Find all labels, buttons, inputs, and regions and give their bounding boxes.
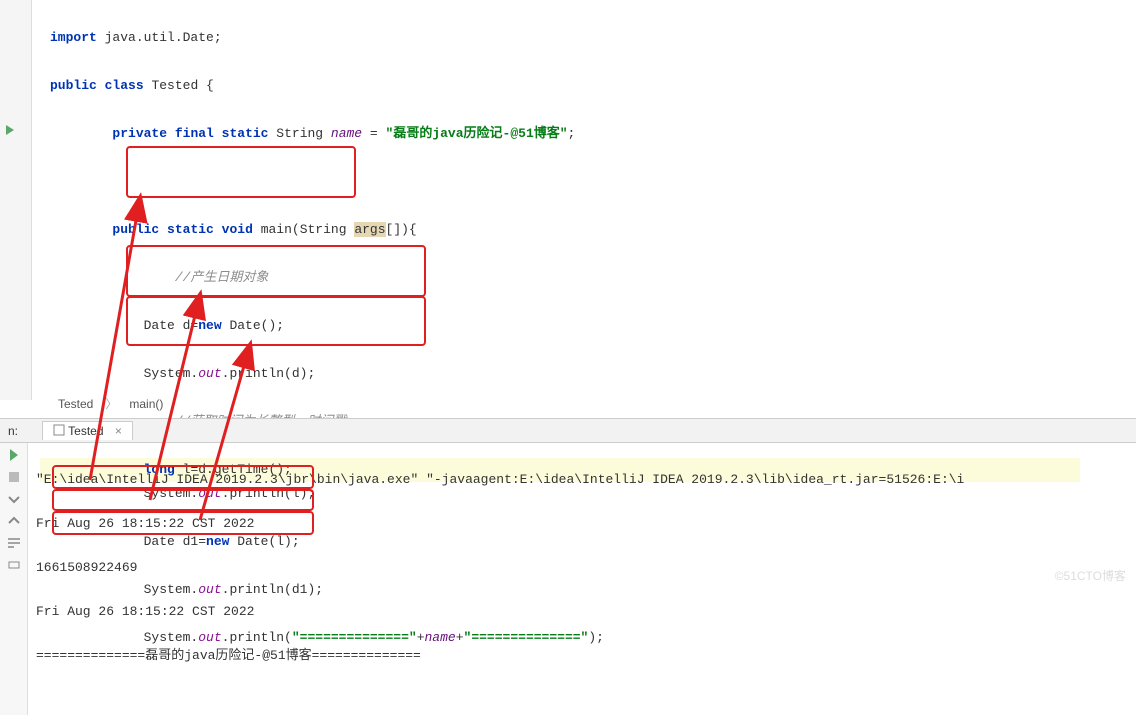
chevron-right-icon: 〉 [105,397,117,411]
close-icon[interactable]: × [115,424,122,438]
run-gutter-icon[interactable] [4,124,16,136]
line-gutter [0,0,32,400]
print-icon[interactable] [6,557,22,573]
console-line: Fri Aug 26 18:15:22 CST 2022 [36,513,1128,535]
keyword-import: import [50,30,97,45]
breadcrumb[interactable]: Tested 〉 main() [50,395,171,413]
run-header: n: Tested × [0,419,1136,443]
watermark: ©51CTO博客 [1055,567,1126,584]
run-label: n: [8,424,18,438]
console-icon [53,424,65,436]
breadcrumb-class[interactable]: Tested [50,395,101,413]
up-icon[interactable] [6,513,22,529]
console-line: 1661508922469 [36,557,1128,579]
run-tab[interactable]: Tested × [42,421,133,440]
console-output[interactable]: "E:\idea\IntelliJ IDEA 2019.2.3\jbr\bin\… [28,443,1136,715]
stop-icon[interactable] [6,469,22,485]
wrap-icon[interactable] [6,535,22,551]
run-panel: n: Tested × "E:\idea\IntelliJ IDEA 2019.… [0,419,1136,715]
console-line: Fri Aug 26 18:15:22 CST 2022 [36,601,1128,623]
run-toolbar [0,443,28,715]
breadcrumb-method[interactable]: main() [121,395,171,413]
rerun-icon[interactable] [6,447,22,463]
console-line: ==============磊哥的java历险记-@51博客==========… [36,645,1128,667]
code-editor[interactable]: import java.util.Date; public class Test… [0,0,1136,400]
console-cmd: "E:\idea\IntelliJ IDEA 2019.2.3\jbr\bin\… [36,469,1128,491]
down-icon[interactable] [6,491,22,507]
fold-gutter [32,0,50,400]
